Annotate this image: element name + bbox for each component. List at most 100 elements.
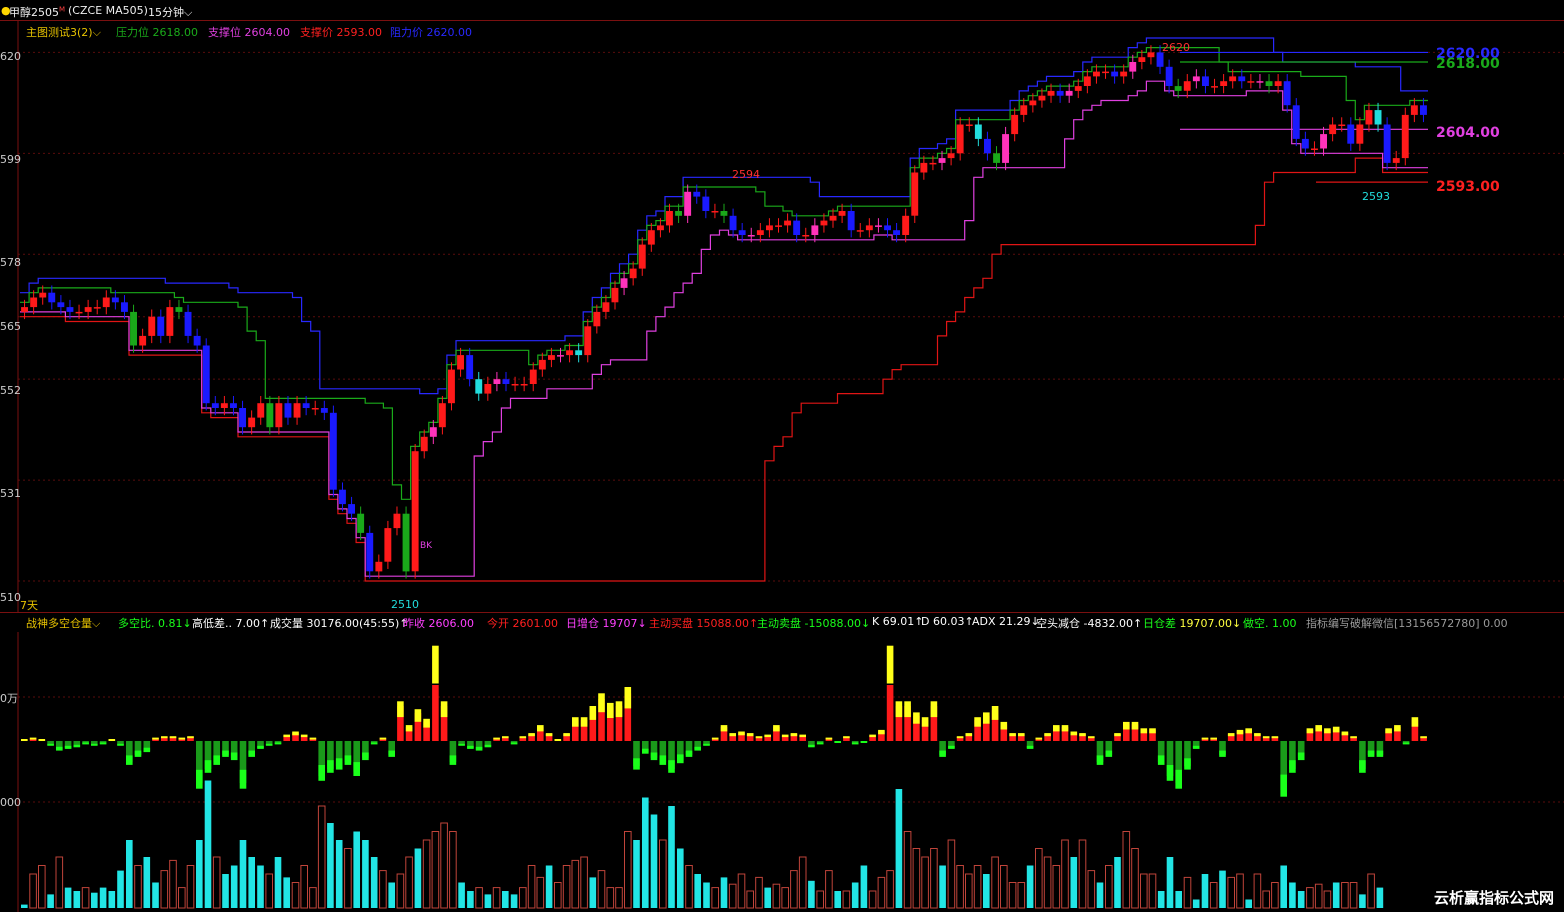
candle[interactable]: [302, 403, 310, 408]
candle[interactable]: [93, 307, 101, 309]
candle[interactable]: [1056, 90, 1064, 96]
candle[interactable]: [865, 225, 873, 231]
candle[interactable]: [311, 408, 319, 410]
candle[interactable]: [266, 403, 274, 428]
candle[interactable]: [75, 311, 83, 314]
candle[interactable]: [1165, 66, 1173, 86]
candle[interactable]: [984, 138, 991, 154]
candle[interactable]: [493, 379, 501, 384]
candle[interactable]: [738, 230, 746, 235]
candle[interactable]: [1247, 81, 1255, 83]
candle[interactable]: [466, 355, 474, 380]
candle[interactable]: [884, 225, 891, 231]
symbol-name[interactable]: 甲醇2505M: [9, 4, 65, 20]
candle[interactable]: [329, 412, 337, 490]
candle[interactable]: [1274, 81, 1282, 86]
candle[interactable]: [756, 230, 764, 235]
candle[interactable]: [1420, 105, 1427, 115]
candle[interactable]: [348, 504, 355, 514]
candle[interactable]: [339, 489, 346, 505]
candle[interactable]: [102, 297, 110, 308]
candle[interactable]: [602, 302, 610, 312]
candle[interactable]: [1374, 110, 1382, 125]
candle[interactable]: [638, 244, 646, 269]
candle[interactable]: [148, 316, 156, 336]
candle[interactable]: [938, 158, 946, 163]
candle[interactable]: [593, 311, 601, 327]
candle[interactable]: [1029, 100, 1037, 106]
candle[interactable]: [847, 211, 855, 231]
candle[interactable]: [1311, 148, 1318, 151]
candle[interactable]: [766, 225, 773, 231]
candle[interactable]: [1074, 86, 1082, 91]
candle[interactable]: [675, 211, 682, 216]
candle[interactable]: [220, 403, 228, 408]
candle[interactable]: [647, 230, 655, 245]
candle[interactable]: [211, 403, 219, 408]
candle[interactable]: [1202, 76, 1209, 86]
candle[interactable]: [275, 403, 283, 428]
candle[interactable]: [548, 355, 555, 360]
candle[interactable]: [1020, 105, 1028, 115]
candle[interactable]: [448, 369, 455, 404]
candle[interactable]: [202, 345, 210, 404]
candle[interactable]: [1356, 124, 1364, 144]
candle[interactable]: [1047, 90, 1055, 96]
period-selector[interactable]: 15分钟⌵: [148, 4, 192, 20]
candle[interactable]: [1329, 124, 1337, 135]
candle[interactable]: [1120, 71, 1128, 77]
candle[interactable]: [1138, 57, 1146, 62]
candle[interactable]: [1156, 52, 1164, 67]
candle[interactable]: [1174, 86, 1182, 91]
candle[interactable]: [157, 316, 165, 336]
candle[interactable]: [1065, 90, 1073, 96]
sub-indicator-selector[interactable]: 战神多空仓量⌵: [26, 615, 100, 631]
candle[interactable]: [511, 384, 519, 386]
candle[interactable]: [875, 225, 882, 227]
candle[interactable]: [320, 408, 328, 413]
candle[interactable]: [357, 513, 365, 533]
candle[interactable]: [284, 403, 292, 418]
candle[interactable]: [538, 359, 546, 370]
candle[interactable]: [1383, 124, 1391, 163]
candle[interactable]: [175, 307, 183, 312]
candle[interactable]: [965, 124, 973, 127]
candle[interactable]: [911, 172, 919, 216]
candle[interactable]: [457, 355, 464, 370]
candle[interactable]: [829, 215, 837, 221]
candle[interactable]: [629, 268, 637, 279]
candle[interactable]: [193, 335, 201, 346]
candle[interactable]: [702, 196, 710, 211]
candle[interactable]: [974, 124, 982, 139]
candle[interactable]: [111, 297, 119, 303]
candle[interactable]: [1192, 76, 1200, 82]
candle[interactable]: [520, 384, 528, 386]
candle[interactable]: [1392, 158, 1400, 163]
candle[interactable]: [611, 287, 619, 303]
candle[interactable]: [1220, 81, 1228, 86]
candle[interactable]: [793, 220, 801, 235]
candle[interactable]: [84, 307, 92, 312]
candle[interactable]: [1129, 62, 1137, 72]
candle[interactable]: [484, 384, 492, 394]
candle[interactable]: [775, 225, 782, 227]
candle[interactable]: [39, 292, 47, 298]
candle[interactable]: [720, 211, 728, 216]
candle[interactable]: [1038, 95, 1046, 101]
candle[interactable]: [66, 307, 74, 312]
candle[interactable]: [575, 350, 583, 356]
candle[interactable]: [1283, 81, 1291, 106]
candle[interactable]: [529, 369, 537, 384]
candle[interactable]: [438, 403, 446, 428]
candle[interactable]: [475, 379, 483, 394]
position-volume-chart[interactable]: [0, 632, 1564, 912]
candle[interactable]: [1147, 52, 1155, 58]
candle[interactable]: [584, 326, 592, 356]
candle[interactable]: [1401, 114, 1409, 159]
candle[interactable]: [166, 307, 174, 336]
candle[interactable]: [893, 230, 900, 235]
candle[interactable]: [502, 379, 510, 384]
candle[interactable]: [947, 153, 955, 159]
candle[interactable]: [557, 355, 564, 357]
candle[interactable]: [239, 408, 246, 428]
